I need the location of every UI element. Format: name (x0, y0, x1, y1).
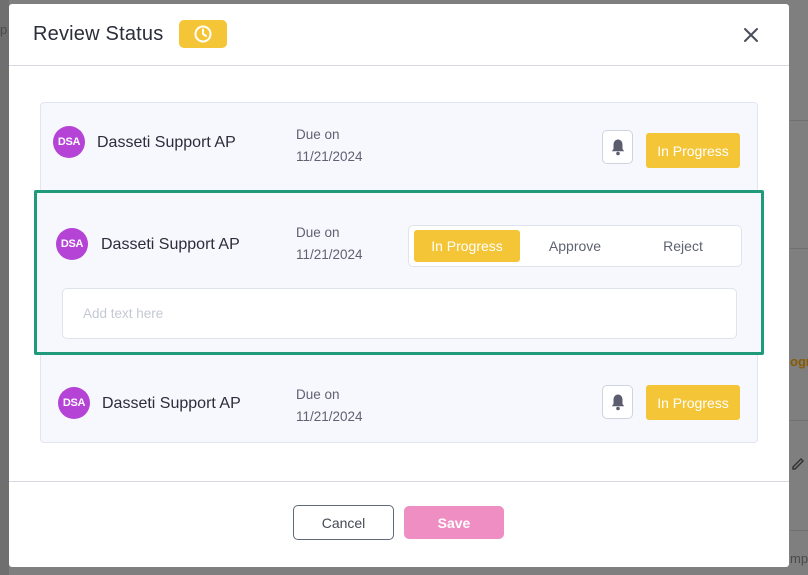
review-status-modal: Review Status DSA Dasseti Support AP Due… (9, 4, 789, 567)
due-date: 11/21/2024 (296, 247, 363, 262)
close-icon (744, 28, 758, 42)
option-reject[interactable]: Reject (630, 230, 736, 262)
avatar: DSA (58, 387, 90, 419)
background-divider (790, 420, 808, 421)
background-text-fragment: p (0, 22, 8, 37)
status-button[interactable]: In Progress (646, 385, 740, 420)
cancel-button[interactable]: Cancel (293, 505, 394, 540)
reviewer-row: DSA Dasseti Support AP Due on 11/21/2024… (41, 356, 757, 444)
status-chip (179, 20, 227, 48)
modal-header: Review Status (9, 4, 789, 66)
comment-input[interactable] (62, 288, 737, 339)
background-divider (790, 248, 808, 249)
background-text-fragment: ogr (790, 354, 808, 369)
bell-icon (611, 394, 624, 411)
active-reviewer-row: DSA Dasseti Support AP Due on 11/21/2024… (34, 190, 764, 355)
status-selector: In Progress Approve Reject (408, 225, 742, 267)
due-label: Due on (296, 127, 340, 142)
notify-button[interactable] (602, 130, 633, 164)
option-approve[interactable]: Approve (522, 230, 628, 262)
avatar: DSA (56, 228, 88, 260)
pencil-icon (792, 457, 805, 470)
status-button[interactable]: In Progress (646, 133, 740, 168)
avatar: DSA (53, 126, 85, 158)
option-in-progress[interactable]: In Progress (414, 230, 520, 262)
due-date: 11/21/2024 (296, 409, 363, 424)
save-button[interactable]: Save (404, 506, 504, 539)
background-text-fragment: mp (790, 551, 808, 566)
reviewer-name: Dasseti Support AP (97, 134, 236, 151)
modal-title: Review Status (33, 23, 164, 45)
background-divider (790, 120, 808, 121)
reviewer-name: Dasseti Support AP (102, 395, 241, 412)
clock-icon (194, 25, 212, 43)
reviewer-row: DSA Dasseti Support AP Due on 11/21/2024… (41, 103, 757, 191)
bell-icon (611, 139, 624, 156)
notify-button[interactable] (602, 385, 633, 419)
close-button[interactable] (740, 24, 762, 46)
background-strip (0, 0, 9, 575)
due-label: Due on (296, 387, 340, 402)
reviewer-name: Dasseti Support AP (101, 236, 240, 253)
footer-divider (9, 481, 789, 482)
due-label: Due on (296, 225, 340, 240)
due-date: 11/21/2024 (296, 149, 363, 164)
background-divider (790, 530, 808, 531)
